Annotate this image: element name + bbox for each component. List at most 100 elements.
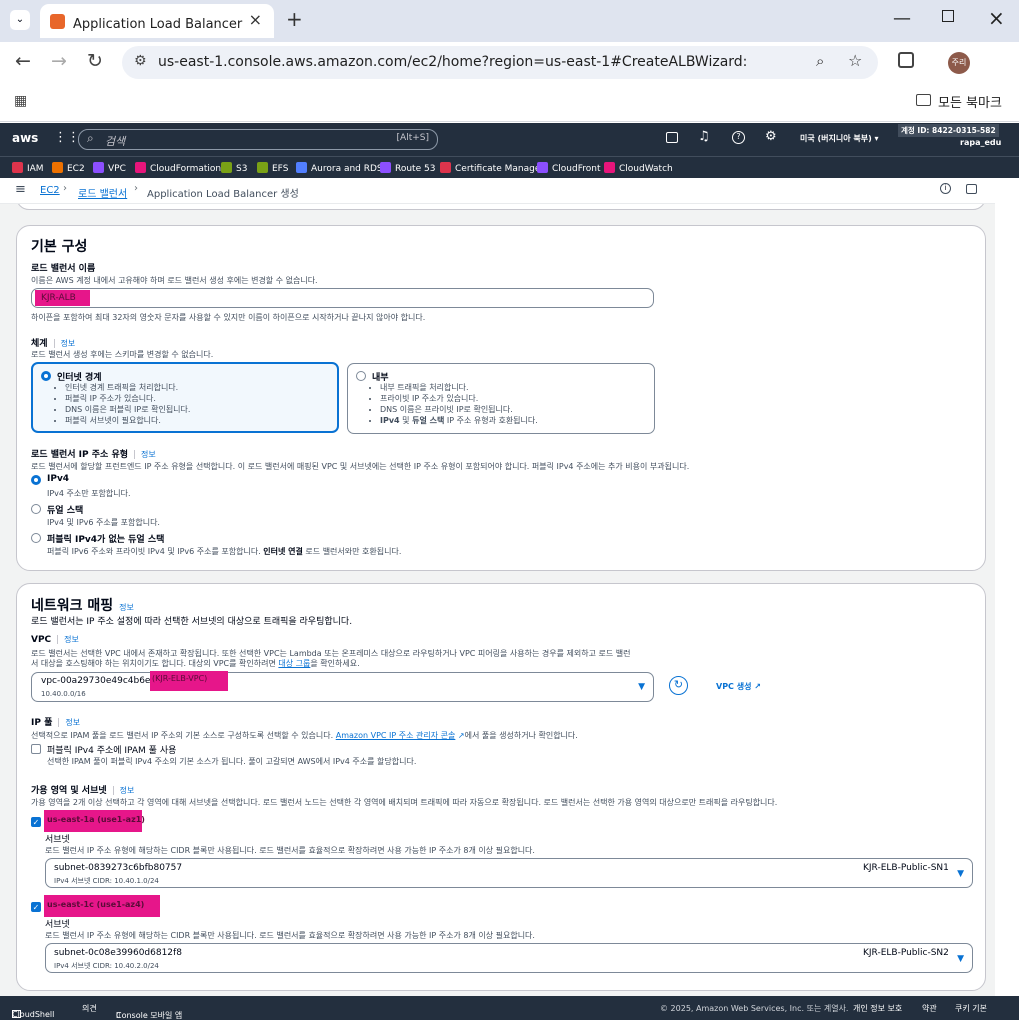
breadcrumb-load-balancers[interactable]: 로드 밸런서 bbox=[78, 185, 127, 200]
info-circle-icon[interactable]: i bbox=[940, 183, 951, 194]
minimize-icon[interactable]: — bbox=[893, 8, 911, 29]
ipv4-label: IPv4 bbox=[47, 474, 70, 484]
basic-config-title: 기본 구성 bbox=[31, 239, 88, 255]
favorite-cloudwatch[interactable]: CloudWatch bbox=[604, 162, 673, 174]
az2-subnet-name: KJR-ELB-Public-SN2 bbox=[863, 948, 949, 958]
cloudshell-icon[interactable] bbox=[666, 132, 678, 143]
breadcrumb-ec2[interactable]: EC2 bbox=[40, 185, 60, 196]
basic-config-panel: 기본 구성 로드 밸런서 이름 이름은 AWS 계정 내에서 고유해야 하며 로… bbox=[16, 225, 986, 571]
reload-icon[interactable]: ↻ bbox=[83, 50, 107, 72]
create-vpc-link[interactable]: VPC 생성 ↗ bbox=[716, 681, 761, 692]
az1-subnet-label: 서브넷 bbox=[45, 835, 70, 845]
vpc-select[interactable]: vpc-00a29730e49c4b6e8 (KJR-ELB-VPC) 10.4… bbox=[31, 671, 654, 702]
aws-search-box[interactable]: ⌕ 검색 [Alt+S] bbox=[78, 129, 438, 150]
ipam-checkbox-label: 퍼블릭 IPv4 주소에 IPAM 풀 사용 bbox=[47, 746, 177, 756]
profile-avatar[interactable]: 주리 bbox=[948, 52, 970, 74]
account-id[interactable]: 계정 ID: 8422-0315-582 bbox=[898, 124, 999, 137]
internet-facing-radio[interactable] bbox=[41, 371, 51, 381]
close-window-icon[interactable]: × bbox=[988, 6, 1005, 30]
forward-icon[interactable]: → bbox=[47, 50, 71, 72]
favorite-vpc[interactable]: VPC bbox=[93, 162, 126, 174]
az-desc: 가용 영역을 2개 이상 선택하고 각 영역에 대해 서브넷을 선택합니다. 로… bbox=[31, 798, 778, 807]
refresh-icon[interactable]: ↻ bbox=[669, 676, 688, 695]
target-groups-link[interactable]: 대상 그룹 bbox=[278, 659, 310, 668]
ip-type-info-link[interactable]: 정보 bbox=[134, 450, 156, 459]
favorite-certificate-manager[interactable]: Certificate Manager bbox=[440, 162, 544, 174]
az-info-link[interactable]: 정보 bbox=[112, 786, 135, 795]
ip-pool-info-link[interactable]: 정보 bbox=[58, 718, 81, 727]
privacy-link[interactable]: 개인 정보 보호 bbox=[853, 1003, 902, 1014]
main-content: 기본 구성 로드 밸런서 이름 이름은 AWS 계정 내에서 고유해야 하며 로… bbox=[0, 204, 995, 996]
ip-pool-desc: 선택적으로 IPAM 풀을 로드 밸런서 IP 주소의 기본 소스로 구성하도록… bbox=[31, 731, 578, 740]
vpc-info-link[interactable]: 정보 bbox=[57, 635, 79, 644]
list-item: 퍼블릭 IP 주소가 있습니다. bbox=[65, 393, 190, 404]
az2-checkbox[interactable]: ✓ bbox=[31, 902, 41, 912]
terms-link[interactable]: 약관 bbox=[922, 1003, 937, 1014]
internal-radio[interactable] bbox=[356, 371, 366, 381]
feedback-link[interactable]: 의견 bbox=[82, 1003, 97, 1014]
scheme-info-link[interactable]: 정보 bbox=[53, 339, 76, 348]
apps-icon[interactable]: ▦ bbox=[14, 93, 27, 109]
favorite-ec2[interactable]: EC2 bbox=[52, 162, 85, 174]
favorite-aurora-and-rds[interactable]: Aurora and RDS bbox=[296, 162, 383, 174]
lb-name-label: 로드 밸런서 이름 bbox=[31, 264, 96, 274]
aws-favicon-icon bbox=[50, 14, 65, 29]
lb-name-desc: 이름은 AWS 계정 내에서 고유해야 하며 로드 밸런서 생성 후에는 변경할… bbox=[31, 276, 318, 285]
dualstack-no-public-label: 퍼블릭 IPv4가 없는 듀얼 스택 bbox=[47, 535, 165, 545]
all-bookmarks-label[interactable]: 모든 북마크 bbox=[938, 92, 1018, 111]
new-tab-icon[interactable]: + bbox=[286, 7, 303, 31]
az1-subnet-select[interactable]: subnet-0839273c6bfb80757 IPv4 서브넷 CIDR: … bbox=[45, 858, 973, 888]
feedback-icon[interactable] bbox=[966, 184, 977, 194]
ipam-console-link[interactable]: Amazon VPC IP 주소 관리자 콘솔 bbox=[336, 731, 456, 740]
help-icon[interactable]: ? bbox=[732, 131, 745, 144]
dualstack-desc: IPv4 및 IPv6 주소를 포함합니다. bbox=[47, 518, 160, 527]
az-label: 가용 영역 및 서브넷 정보 bbox=[31, 786, 135, 796]
favorite-cloudfront[interactable]: CloudFront bbox=[537, 162, 600, 174]
ipam-checkbox[interactable] bbox=[31, 744, 41, 754]
region-selector[interactable]: 미국 (버지니아 북부) ▾ bbox=[800, 133, 879, 144]
ipv4-radio[interactable] bbox=[31, 475, 41, 485]
az2-label[interactable]: us-east-1c (use1-az4) bbox=[44, 895, 160, 917]
settings-gear-icon[interactable]: ⚙ bbox=[765, 129, 777, 144]
extensions-icon[interactable] bbox=[898, 52, 914, 68]
az1-label[interactable]: us-east-1a (use1-az1) bbox=[44, 810, 145, 832]
dualstack-no-public-radio[interactable] bbox=[31, 533, 41, 543]
favorite-efs[interactable]: EFS bbox=[257, 162, 288, 174]
favorite-iam[interactable]: IAM bbox=[12, 162, 44, 174]
favorite-label: CloudFormation bbox=[150, 164, 222, 174]
url-text: us-east-1.console.aws.amazon.com/ec2/hom… bbox=[158, 54, 748, 70]
favorite-s3[interactable]: S3 bbox=[221, 162, 247, 174]
network-info-link[interactable]: 정보 bbox=[119, 603, 134, 612]
scheme-internet-facing-tile[interactable]: 인터넷 경계 인터넷 경계 트래픽을 처리합니다. 퍼블릭 IP 주소가 있습니… bbox=[31, 362, 339, 433]
browser-tab[interactable]: Application Load Balancer 생성 × bbox=[40, 4, 274, 38]
account-user[interactable]: rapa_edu bbox=[960, 138, 1001, 147]
zoom-icon[interactable]: ⌕ bbox=[816, 52, 824, 70]
service-icon bbox=[604, 162, 615, 173]
ip-pool-label: IP 풀 정보 bbox=[31, 718, 81, 728]
favorite-cloudformation[interactable]: CloudFormation bbox=[135, 162, 221, 174]
menu-hamburger-icon[interactable]: ≡ bbox=[15, 182, 26, 197]
az1-checkbox[interactable]: ✓ bbox=[31, 817, 41, 827]
dualstack-radio[interactable] bbox=[31, 504, 41, 514]
bell-icon[interactable]: ♫ bbox=[698, 129, 710, 144]
cookie-link[interactable]: 쿠키 기본 bbox=[955, 1003, 987, 1014]
lb-name-input[interactable]: KJR-ALB bbox=[31, 288, 654, 308]
service-icon bbox=[12, 162, 23, 173]
az2-subnet-select[interactable]: subnet-0c08e39960d6812f8 IPv4 서브넷 CIDR: … bbox=[45, 943, 973, 973]
tab-close-icon[interactable]: × bbox=[249, 10, 262, 29]
tab-search-button[interactable]: ⌄ bbox=[10, 10, 30, 30]
maximize-icon[interactable] bbox=[942, 10, 954, 22]
az1-subnet-cidr: IPv4 서브넷 CIDR: 10.40.1.0/24 bbox=[54, 877, 159, 885]
site-info-icon[interactable]: ⚙ bbox=[134, 53, 147, 69]
aws-logo[interactable]: aws bbox=[12, 131, 38, 145]
bookmark-star-icon[interactable]: ☆ bbox=[848, 51, 862, 70]
dualstack-no-public-desc: 퍼블릭 IPv6 주소와 프라이빗 IPv4 및 IPv6 주소를 포함합니다.… bbox=[47, 547, 402, 556]
az1-subnet-name: KJR-ELB-Public-SN1 bbox=[863, 863, 949, 873]
back-icon[interactable]: ← bbox=[11, 50, 35, 72]
address-bar[interactable]: ⚙ us-east-1.console.aws.amazon.com/ec2/h… bbox=[122, 46, 878, 79]
vpc-desc-line2: 서 대상을 호스팅해야 하는 위치이기도 합니다. 대상의 VPC를 확인하려면… bbox=[31, 659, 360, 668]
favorite-route-53[interactable]: Route 53 bbox=[380, 162, 435, 174]
list-item: DNS 이름은 프라이빗 IP로 확인됩니다. bbox=[380, 404, 538, 415]
scheme-internal-tile[interactable]: 내부 내부 트래픽을 처리합니다. 프라이빗 IP 주소가 있습니다. DNS … bbox=[347, 363, 655, 434]
page-scrollbar[interactable] bbox=[995, 178, 1019, 996]
